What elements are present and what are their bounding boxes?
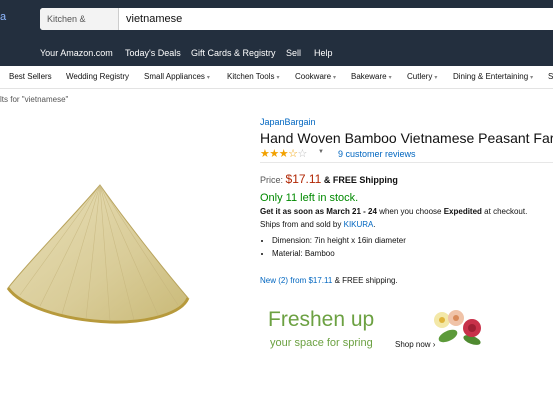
search-bar: Kitchen & Dining▼ (40, 8, 553, 30)
new-offers-link[interactable]: New (2) from $17.11 (260, 276, 332, 285)
chevron-down-icon[interactable]: ▼ (318, 149, 324, 155)
nav-sell[interactable]: Sell (286, 48, 301, 58)
star-rating[interactable]: ★★★☆☆ (260, 147, 307, 160)
chevron-down-icon: ▾ (206, 75, 210, 81)
star-empty-icon: ☆ (297, 148, 308, 160)
chevron-down-icon: ▾ (530, 75, 534, 81)
chevron-down-icon: ▾ (388, 75, 392, 81)
star-full-icon: ★ (260, 148, 270, 160)
divider (260, 162, 553, 163)
free-shipping-text: & FREE Shipping (323, 175, 398, 185)
category-bakeware[interactable]: Bakeware ▾ (351, 72, 392, 81)
feature-bullet: Material: Bamboo (272, 249, 406, 258)
department-label: Kitchen & Dining (47, 14, 86, 24)
nav-help[interactable]: Help (314, 48, 333, 58)
department-select[interactable]: Kitchen & Dining▼ (40, 8, 119, 30)
nav-gift-cards[interactable]: Gift Cards & Registry (191, 48, 276, 58)
category-dining-entertaining[interactable]: Dining & Entertaining ▾ (453, 72, 533, 81)
results-breadcrumb[interactable]: lts for "vietnamese" (0, 95, 68, 104)
customer-reviews-link[interactable]: 9 customer reviews (338, 149, 416, 159)
chevron-down-icon: ▾ (434, 75, 438, 81)
top-header: a Kitchen & Dining▼ (0, 0, 553, 38)
category-kitchen-tools[interactable]: Kitchen Tools ▾ (227, 72, 279, 81)
price-label: Price: (260, 175, 284, 185)
brand-link[interactable]: JapanBargain (260, 117, 316, 127)
category-best-sellers[interactable]: Best Sellers (9, 72, 52, 81)
category-more[interactable]: S (548, 72, 553, 81)
price-row: Price: $17.11 & FREE Shipping (260, 172, 398, 186)
category-cutlery[interactable]: Cutlery ▾ (407, 72, 437, 81)
ad-headline: Freshen up (268, 308, 375, 331)
category-small-appliances[interactable]: Small Appliances ▾ (144, 72, 210, 81)
stock-status: Only 11 left in stock. (260, 192, 359, 204)
chevron-down-icon: ▾ (276, 75, 280, 81)
price-value: $17.11 (285, 172, 322, 186)
other-offers: New (2) from $17.11 & FREE shipping. (260, 276, 398, 285)
star-full-icon: ★ (278, 148, 289, 160)
nav-todays-deals[interactable]: Today's Deals (125, 48, 181, 58)
feature-bullets: Dimension: 7in height x 16in diameter Ma… (262, 236, 406, 262)
star-half-icon: ☆ (288, 148, 298, 160)
nav-bar: Your Amazon.com Today's Deals Gift Cards… (0, 38, 553, 66)
product-image[interactable] (0, 180, 192, 335)
delivery-estimate: Get it as soon as March 21 - 24 when you… (260, 207, 528, 216)
category-wedding-registry[interactable]: Wedding Registry (66, 72, 129, 81)
product-title: Hand Woven Bamboo Vietnamese Peasant Far (260, 130, 553, 146)
ad-subline: your space for spring (270, 337, 373, 349)
star-full-icon: ★ (269, 148, 279, 160)
category-bar: Best Sellers Wedding Registry Small Appl… (0, 66, 553, 89)
search-input[interactable] (126, 8, 546, 30)
logo-fragment[interactable]: a (0, 11, 10, 31)
category-cookware[interactable]: Cookware ▾ (295, 72, 336, 81)
chevron-down-icon: ▾ (333, 75, 337, 81)
nav-your-amazon[interactable]: Your Amazon.com (40, 48, 113, 58)
feature-bullet: Dimension: 7in height x 16in diameter (272, 236, 406, 245)
spring-ad-banner[interactable]: Freshen up your space for spring Shop no… (262, 306, 492, 356)
seller-info: Ships from and sold by KIKURA. (260, 220, 376, 229)
flower-bouquet-icon (434, 310, 481, 345)
seller-link[interactable]: KIKURA (344, 220, 374, 229)
